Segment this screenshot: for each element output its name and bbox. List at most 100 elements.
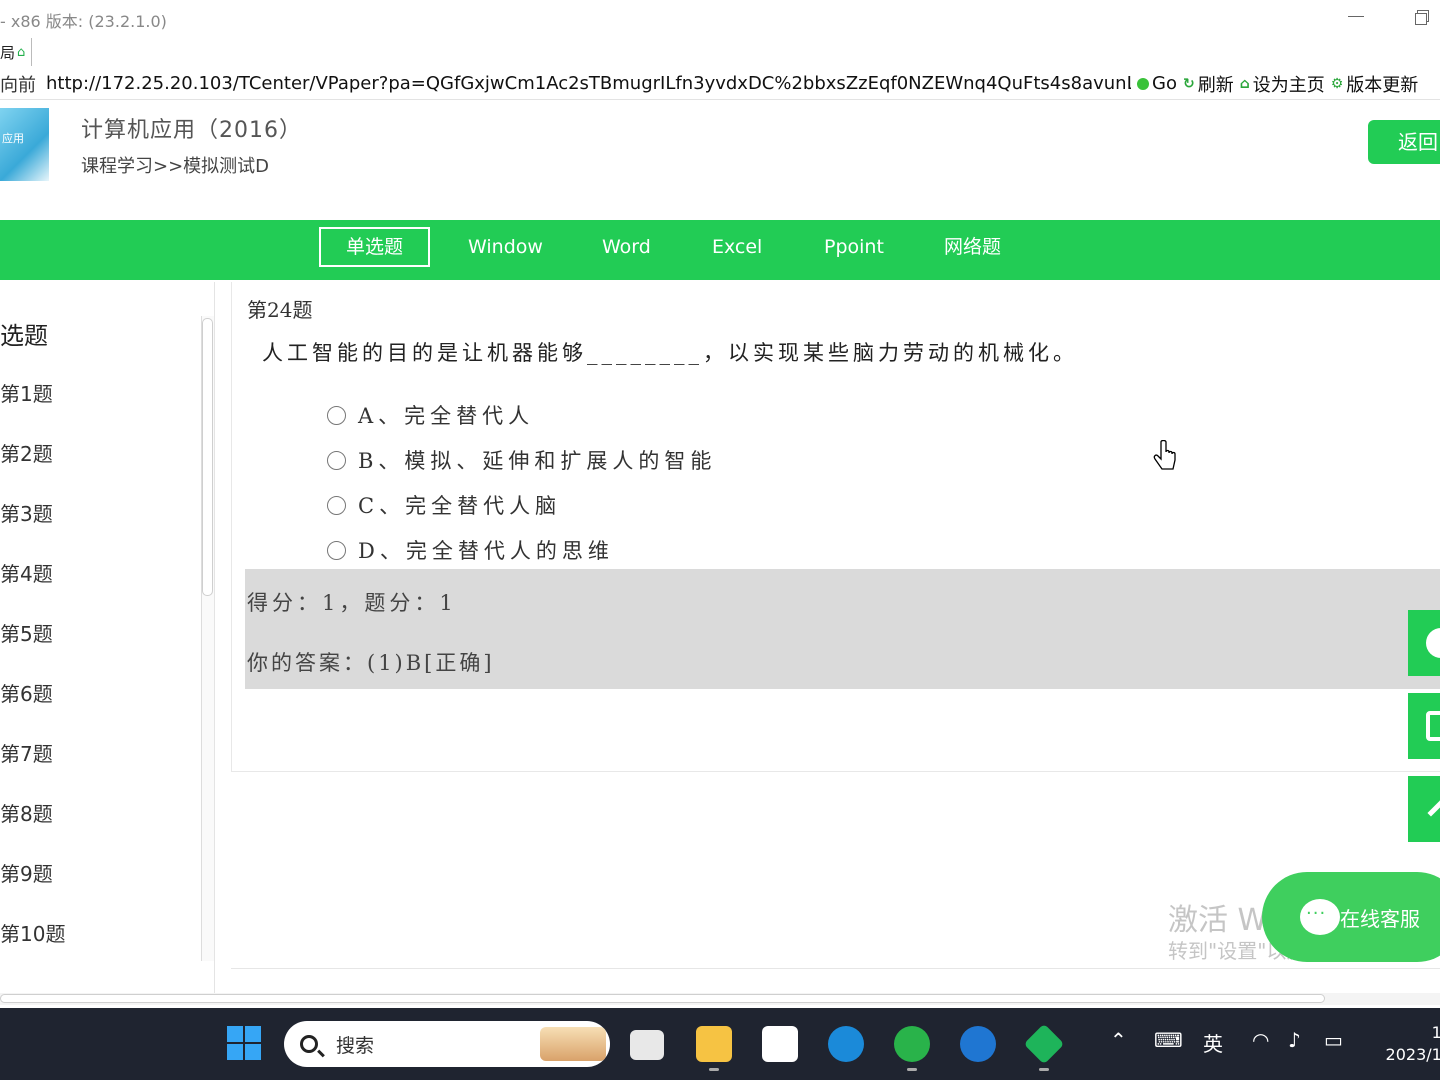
course-logo: 应用 xyxy=(0,108,49,181)
go-icon xyxy=(1137,77,1149,90)
tab-excel[interactable]: Excel xyxy=(712,227,762,267)
restore-button[interactable] xyxy=(1414,8,1432,26)
page-header: 应用 计算机应用（2016） 课程学习>>模拟测试D 返回 xyxy=(0,100,1440,220)
option-b-text: B、模拟、延伸和扩展人的智能 xyxy=(358,449,717,473)
running-indicator xyxy=(709,1068,719,1071)
tab-strip: 局 ⌂ xyxy=(0,36,1440,68)
sidebar-item-q9[interactable]: 第9题 xyxy=(0,858,53,887)
refresh-icon: ↻ xyxy=(1182,75,1195,92)
course-title: 计算机应用（2016） xyxy=(81,118,302,143)
horizontal-scroll-thumb[interactable] xyxy=(0,994,1325,1003)
tab-ppoint[interactable]: Ppoint xyxy=(824,227,884,267)
search-icon xyxy=(300,1035,318,1053)
search-label: 搜索 xyxy=(336,1034,375,1057)
radio-a[interactable] xyxy=(327,405,346,425)
clock-time: 11 xyxy=(1431,1023,1440,1042)
tab-single-choice[interactable]: 单选题 xyxy=(319,227,430,267)
option-c[interactable]: C、完全替代人脑 xyxy=(327,490,561,520)
float-note-button[interactable] xyxy=(1408,693,1440,759)
question-number: 第24题 xyxy=(247,298,313,322)
set-homepage-button[interactable]: ⌂ 设为主页 xyxy=(1240,71,1325,97)
note-icon xyxy=(1426,711,1440,741)
sidebar-item-q1[interactable]: 第1题 xyxy=(0,378,53,407)
online-service-button[interactable]: 在线客服 xyxy=(1262,872,1440,962)
wifi-icon[interactable]: ◠ xyxy=(1252,1028,1269,1052)
question-sidebar: 选题 第1题 第2题 第3题 第4题 第5题 第6题 第7题 第8题 第9题 第… xyxy=(0,282,215,994)
back-to-top-button[interactable] xyxy=(1408,776,1440,842)
running-indicator xyxy=(907,1068,917,1071)
window-title-bar: - x86 版本: (23.2.1.0) xyxy=(0,0,1440,36)
search-highlight-image xyxy=(540,1027,606,1061)
tab-label: 局 xyxy=(0,43,16,62)
blue-app-icon[interactable] xyxy=(960,1026,996,1062)
radio-b[interactable] xyxy=(327,450,346,470)
tab-network[interactable]: 网络题 xyxy=(944,227,1001,267)
chat-bubble-icon xyxy=(1300,899,1340,935)
minimize-button[interactable] xyxy=(1348,8,1366,26)
refresh-button[interactable]: ↻ 刷新 xyxy=(1183,71,1234,97)
radio-c[interactable] xyxy=(327,495,346,515)
ime-indicator[interactable]: 英 xyxy=(1203,1028,1223,1057)
sidebar-item-q2[interactable]: 第2题 xyxy=(0,438,53,467)
radio-d[interactable] xyxy=(327,540,346,560)
horizontal-scrollbar[interactable] xyxy=(0,993,1440,1005)
home-icon: ⌂ xyxy=(17,44,26,60)
file-explorer-icon[interactable] xyxy=(696,1026,732,1062)
exam-app-icon[interactable] xyxy=(1023,1023,1065,1065)
breadcrumb: 课程学习>>模拟测试D xyxy=(81,156,270,177)
option-b[interactable]: B、模拟、延伸和扩展人的智能 xyxy=(327,445,716,475)
address-bar: 向前 http://172.25.20.103/TCenter/VPaper?p… xyxy=(0,68,1440,100)
option-c-text: C、完全替代人脑 xyxy=(358,494,562,518)
system-clock[interactable]: 11 2023/12 xyxy=(1372,1022,1440,1066)
sidebar-item-q6[interactable]: 第6题 xyxy=(0,678,53,707)
forward-button[interactable]: 向前 xyxy=(0,71,36,97)
running-indicator xyxy=(1039,1068,1049,1071)
circle-icon xyxy=(1426,628,1440,658)
online-service-label: 在线客服 xyxy=(1340,906,1420,931)
home-icon: ⌂ xyxy=(1239,75,1250,92)
chevron-up-icon[interactable]: ⌃ xyxy=(1110,1028,1127,1052)
sidebar-item-q10[interactable]: 第10题 xyxy=(0,918,65,947)
start-button[interactable] xyxy=(227,1026,263,1062)
divider xyxy=(231,968,1440,969)
option-d[interactable]: D、完全替代人的思维 xyxy=(327,535,614,565)
keyboard-icon[interactable]: ⌨ xyxy=(1154,1028,1183,1052)
url-field[interactable]: http://172.25.20.103/TCenter/VPaper?pa=Q… xyxy=(46,73,1131,94)
float-chat-button[interactable] xyxy=(1408,610,1440,676)
tab-window[interactable]: Window xyxy=(468,227,543,267)
sidebar-item-q4[interactable]: 第4题 xyxy=(0,558,53,587)
battery-icon[interactable]: ▭ xyxy=(1324,1028,1343,1052)
sidebar-item-q5[interactable]: 第5题 xyxy=(0,618,53,647)
sidebar-scroll-thumb[interactable] xyxy=(202,318,213,596)
answer-line: 你的答案：(1)B[正确] xyxy=(247,651,495,675)
clock-date: 2023/12 xyxy=(1385,1045,1440,1064)
tab-word[interactable]: Word xyxy=(602,227,651,267)
option-a[interactable]: A、完全替代人 xyxy=(327,400,534,430)
logo-text: 应用 xyxy=(2,132,24,145)
edge-browser-icon[interactable] xyxy=(828,1026,864,1062)
back-button[interactable]: 返回 xyxy=(1368,120,1440,164)
store-icon[interactable] xyxy=(762,1026,798,1062)
refresh-label: 刷新 xyxy=(1197,74,1234,96)
sidebar-item-q8[interactable]: 第8题 xyxy=(0,798,53,827)
option-a-text: A、完全替代人 xyxy=(358,404,535,428)
taskbar-search[interactable]: 搜索 xyxy=(284,1021,610,1067)
sidebar-item-q3[interactable]: 第3题 xyxy=(0,498,53,527)
question-panel: 第24题 人工智能的目的是让机器能够________，以实现某些脑力劳动的机械化… xyxy=(231,282,1440,772)
volume-icon[interactable]: ♪ xyxy=(1288,1028,1301,1052)
option-d-text: D、完全替代人的思维 xyxy=(358,539,614,563)
update-label: 版本更新 xyxy=(1346,74,1419,96)
sidebar-section-title: 选题 xyxy=(0,322,48,350)
gear-icon: ⚙ xyxy=(1330,75,1344,92)
question-type-nav: 单选题 Window Word Excel Ppoint 网络题 xyxy=(0,220,1440,280)
hand-cursor-icon xyxy=(1153,440,1176,470)
go-label: Go xyxy=(1152,73,1177,94)
taskbar: 搜索 ⌃ ⌨ 英 ◠ ♪ ▭ 11 2023/12 xyxy=(0,1008,1440,1080)
update-button[interactable]: ⚙ 版本更新 xyxy=(1331,71,1419,97)
task-view-icon[interactable] xyxy=(630,1030,664,1060)
go-button[interactable]: Go xyxy=(1137,73,1177,94)
green-browser-icon[interactable] xyxy=(894,1026,930,1062)
browser-tab[interactable]: 局 ⌂ xyxy=(0,38,33,66)
question-stem: 人工智能的目的是让机器能够________，以实现某些脑力劳动的机械化。 xyxy=(262,341,1078,365)
sidebar-item-q7[interactable]: 第7题 xyxy=(0,738,53,767)
